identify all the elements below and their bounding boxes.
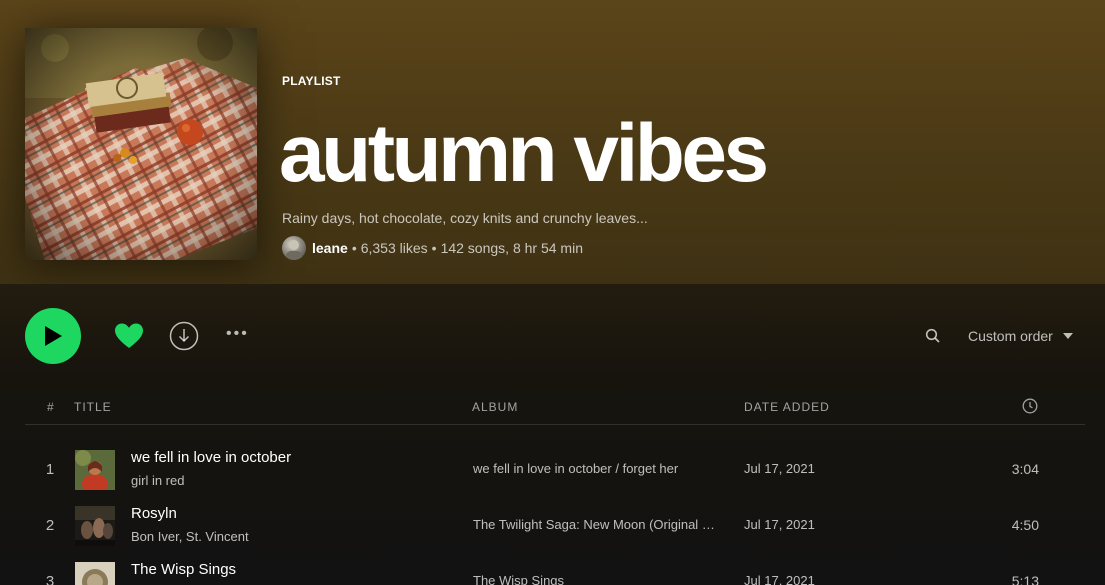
track-date-added: Jul 17, 2021 xyxy=(744,461,815,476)
playlist-stats: 142 songs, 8 hr 54 min xyxy=(440,240,583,256)
track-title[interactable]: we fell in love in october xyxy=(131,449,291,466)
download-button[interactable] xyxy=(169,321,199,351)
playlist-page: PLAYLIST autumn vibes Rainy days, hot ch… xyxy=(0,0,1105,585)
track-album[interactable]: The Wisp Sings xyxy=(473,573,564,585)
likes-count: 6,353 likes xyxy=(360,240,428,256)
track-row[interactable]: 2 Rosyln Bon Iver, St. Vincent The Twili… xyxy=(25,498,1085,554)
play-icon xyxy=(45,326,62,346)
track-duration: 5:13 xyxy=(1011,573,1039,585)
playlist-description: Rainy days, hot chocolate, cozy knits an… xyxy=(282,210,648,226)
more-options-button[interactable]: ••• xyxy=(226,322,258,346)
track-cover-image xyxy=(75,450,115,490)
track-row[interactable]: 3 The Wisp Sings The Wisp Sings Jul 17, … xyxy=(25,554,1085,585)
playlist-title: autumn vibes xyxy=(279,108,769,199)
owner-avatar[interactable] xyxy=(282,236,306,260)
track-cover-image xyxy=(75,562,115,585)
track-duration: 3:04 xyxy=(1011,461,1039,477)
search-icon xyxy=(925,328,940,343)
track-number: 1 xyxy=(45,461,55,478)
column-album[interactable]: ALBUM xyxy=(472,400,518,414)
owner-link[interactable]: leane xyxy=(312,240,348,256)
playlist-cover-image xyxy=(25,28,257,260)
heart-filled-icon xyxy=(115,323,143,348)
track-artist[interactable]: Bon Iver, St. Vincent xyxy=(131,529,249,544)
track-date-added: Jul 17, 2021 xyxy=(744,573,815,585)
column-title[interactable]: TITLE xyxy=(74,400,112,414)
track-cover-image xyxy=(75,506,115,546)
clock-icon xyxy=(1022,398,1038,414)
column-duration[interactable] xyxy=(1022,398,1038,414)
track-row[interactable]: 1 we fell in love in october girl in red… xyxy=(25,442,1085,498)
track-duration: 4:50 xyxy=(1011,517,1039,533)
playlist-type-label: PLAYLIST xyxy=(282,74,341,88)
like-button[interactable] xyxy=(114,322,144,350)
track-date-added: Jul 17, 2021 xyxy=(744,517,815,532)
tracklist-header: # TITLE ALBUM DATE ADDED xyxy=(25,392,1085,425)
playlist-header: PLAYLIST autumn vibes Rainy days, hot ch… xyxy=(0,0,1105,284)
column-number: # xyxy=(47,400,55,414)
track-title[interactable]: The Wisp Sings xyxy=(131,561,236,578)
track-title[interactable]: Rosyln xyxy=(131,505,177,522)
sort-order-dropdown[interactable]: Custom order xyxy=(968,326,1073,346)
meta-separator: • xyxy=(431,240,437,256)
track-artist[interactable]: girl in red xyxy=(131,473,184,488)
track-album[interactable]: The Twilight Saga: New Moon (Original Mo… xyxy=(473,517,725,532)
play-button[interactable] xyxy=(25,308,81,364)
meta-separator: • xyxy=(351,240,357,256)
track-number: 3 xyxy=(45,573,55,585)
download-icon xyxy=(169,321,199,351)
playlist-meta: leane • 6,353 likes • 142 songs, 8 hr 54… xyxy=(282,236,583,260)
caret-down-icon xyxy=(1062,333,1073,339)
search-in-playlist-button[interactable] xyxy=(925,328,941,344)
sort-order-label: Custom order xyxy=(968,328,1053,344)
track-number: 2 xyxy=(45,517,55,534)
column-date-added[interactable]: DATE ADDED xyxy=(744,400,830,414)
track-album[interactable]: we fell in love in october / forget her xyxy=(473,461,678,476)
